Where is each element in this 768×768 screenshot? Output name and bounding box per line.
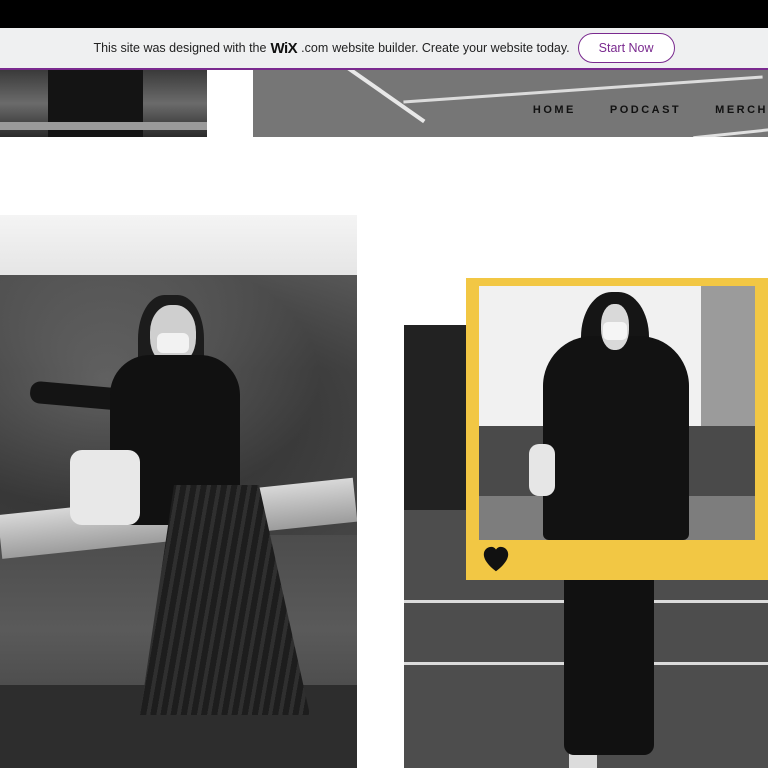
polaroid-face-mask (603, 322, 627, 340)
heart-icon[interactable] (481, 544, 511, 574)
polaroid-frame (466, 278, 768, 580)
header-photo-left (0, 70, 207, 137)
top-black-bar (0, 0, 768, 28)
polaroid-photo (479, 286, 755, 540)
wix-message-before: This site was designed with the (93, 41, 267, 55)
photo-bag (70, 450, 140, 525)
wix-message-after: website builder. Create your website tod… (332, 41, 570, 55)
wix-logo: WiX (270, 39, 298, 57)
parking-line (693, 123, 768, 137)
start-now-button[interactable]: Start Now (577, 33, 675, 63)
photo-woman-at-guardrail (0, 215, 357, 768)
photo-building-left (404, 325, 466, 510)
nav-item-podcast[interactable]: PODCAST (610, 104, 681, 116)
header-photo-curb (0, 122, 207, 130)
wix-logo-suffix: .com (301, 41, 329, 55)
photo-walking-figure (564, 565, 654, 755)
nav-item-merch[interactable]: MERCH (715, 104, 768, 116)
nav-item-home[interactable]: HOME (533, 104, 576, 116)
parking-line (333, 70, 426, 124)
wix-promo-banner: This site was designed with the WiX .com … (0, 28, 768, 70)
wix-promo-message: This site was designed with the WiX .com … (93, 40, 569, 57)
header-gap (207, 70, 253, 137)
polaroid-figure (543, 336, 689, 540)
parking-line (403, 75, 763, 104)
main-nav: HOME PODCAST MERCH (533, 104, 768, 116)
photo-face-mask (157, 333, 189, 353)
polaroid-bag (529, 444, 555, 496)
